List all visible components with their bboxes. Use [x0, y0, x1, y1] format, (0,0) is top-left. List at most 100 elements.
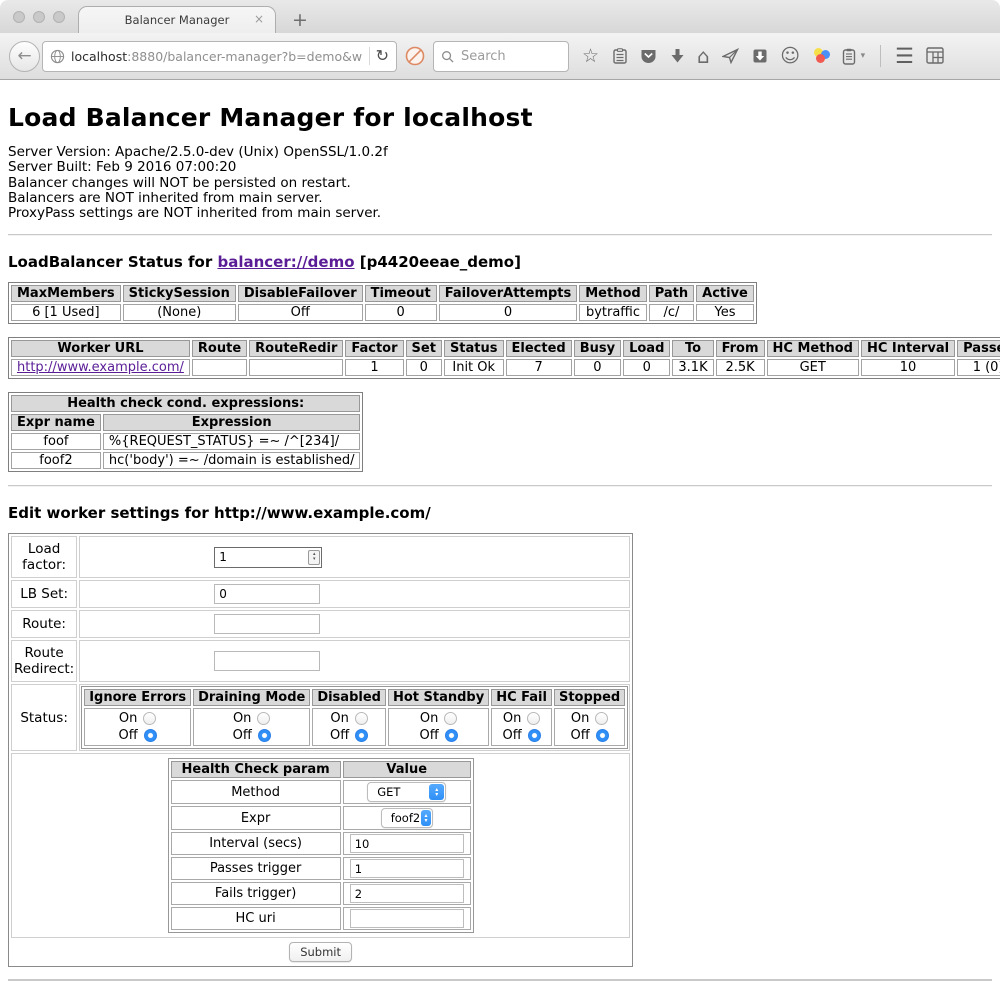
back-button[interactable]: ← — [9, 41, 40, 72]
col-hc-param: Health Check param — [171, 761, 341, 778]
tab-bar: Balancer Manager × + — [0, 0, 1000, 33]
url-input[interactable]: localhost:8880/balancer-manager?b=demo&w… — [71, 49, 363, 64]
radio-hot-standby-off[interactable] — [445, 729, 458, 742]
cell-timeout: 0 — [365, 304, 437, 321]
window-zoom-button[interactable] — [53, 11, 65, 23]
cell-expression: %{REQUEST_STATUS} =~ /^[234]/ — [103, 433, 361, 450]
color-dots-addon-icon[interactable] — [813, 48, 830, 64]
radio-stopped-on[interactable] — [595, 712, 608, 725]
cell-disablefailover: Off — [238, 304, 363, 321]
hc-expr-select[interactable]: foof2 ▴▾ — [381, 808, 433, 828]
table-row: HC uri — [171, 907, 471, 930]
tab-close-icon[interactable]: × — [254, 13, 264, 25]
hc-interval-input[interactable] — [350, 834, 464, 853]
new-tab-button[interactable]: + — [292, 9, 308, 31]
form-row-route: Route: — [11, 610, 630, 638]
off-label: Off — [119, 728, 138, 743]
radio-disabled-on[interactable] — [355, 712, 368, 725]
radio-draining-mode-on[interactable] — [257, 712, 270, 725]
reading-list-icon[interactable] — [612, 48, 628, 65]
route-redirect-label: Route Redirect: — [11, 640, 77, 682]
save-to-device-icon[interactable] — [752, 48, 768, 64]
table-header-row: Expr name Expression — [11, 414, 360, 431]
status-cell-hc-fail: On Off — [491, 708, 552, 746]
number-stepper-icon[interactable]: ▴▾ — [308, 550, 320, 565]
select-arrows-icon: ▴▾ — [421, 810, 431, 826]
window-controls — [13, 11, 65, 23]
cell-status: Init Ok — [444, 359, 504, 376]
balancer-demo-link[interactable]: balancer://demo — [217, 253, 354, 271]
radio-disabled-off[interactable] — [355, 729, 368, 742]
bookmark-star-icon[interactable]: ☆ — [582, 48, 599, 65]
off-label: Off — [233, 728, 252, 743]
off-label: Off — [502, 728, 521, 743]
radio-ignore-errors-off[interactable] — [144, 729, 157, 742]
clipboard-addon-icon[interactable] — [842, 48, 856, 65]
hc-expr-label: Expr — [171, 806, 341, 830]
worker-url-link[interactable]: http://www.example.com/ — [17, 360, 184, 375]
form-row-status: Status: Ignore Errors Draining Mode Disa… — [11, 684, 630, 751]
col-passes: Passes — [957, 340, 1000, 357]
on-label: On — [233, 711, 251, 726]
hc-expr-table-title: Health check cond. expressions: — [11, 395, 360, 412]
cell-failoverattempts: 0 — [439, 304, 578, 321]
cell-active: Yes — [696, 304, 754, 321]
table-header-row: MaxMembers StickySession DisableFailover… — [11, 285, 754, 302]
url-path: :8880/balancer-manager?b=demo&w=http://w… — [127, 49, 362, 64]
route-input[interactable] — [214, 614, 320, 634]
radio-stopped-off[interactable] — [596, 729, 609, 742]
load-factor-input[interactable]: 1 ▴▾ — [214, 547, 322, 568]
hc-passes-input[interactable] — [350, 859, 464, 878]
table-row: Expr foof2 ▴▾ — [171, 806, 471, 830]
cell-worker-url: http://www.example.com/ — [11, 359, 190, 376]
hc-method-select[interactable]: GET ▴▾ — [367, 782, 446, 802]
table-row: Fails trigger) — [171, 882, 471, 905]
hc-fails-input[interactable] — [350, 884, 464, 903]
status-cell-draining-mode: On Off — [193, 708, 310, 746]
url-bar[interactable]: localhost:8880/balancer-manager?b=demo&w… — [42, 41, 397, 72]
menu-hamburger-icon[interactable]: ☰ — [895, 48, 914, 65]
window-minimize-button[interactable] — [33, 11, 45, 23]
status-cell-disabled: On Off — [312, 708, 386, 746]
table-row: 6 [1 Used] (None) Off 0 0 bytraffic /c/ … — [11, 304, 754, 321]
reload-icon[interactable]: ↻ — [376, 48, 389, 64]
load-factor-label: Load factor: — [11, 536, 77, 578]
radio-hot-standby-on[interactable] — [444, 712, 457, 725]
health-check-expressions-table: Health check cond. expressions: Expr nam… — [8, 392, 363, 472]
search-icon — [441, 50, 454, 63]
feedback-smiley-icon[interactable]: ☺ — [780, 48, 800, 65]
cell-to: 3.1K — [672, 359, 713, 376]
search-bar[interactable] — [433, 41, 569, 72]
submit-button[interactable]: Submit — [289, 942, 352, 962]
radio-draining-mode-off[interactable] — [258, 729, 271, 742]
col-expression: Expression — [103, 414, 361, 431]
overflow-caret-icon[interactable]: ▾ — [861, 51, 866, 61]
cell-expression: hc('body') =~ /domain is established/ — [103, 452, 361, 469]
pocket-icon[interactable] — [640, 48, 657, 64]
reader-grid-icon[interactable] — [926, 47, 945, 65]
server-version: Server Version: Apache/2.5.0-dev (Unix) … — [8, 145, 992, 160]
downloads-icon[interactable] — [670, 48, 685, 64]
radio-hc-fail-off[interactable] — [528, 729, 541, 742]
search-input[interactable] — [459, 48, 549, 65]
status-cell-stopped: On Off — [554, 708, 625, 746]
route-redirect-input[interactable] — [214, 651, 320, 671]
col-disabled: Disabled — [312, 689, 386, 706]
tab-balancer-manager[interactable]: Balancer Manager × — [78, 6, 276, 33]
hc-uri-input[interactable] — [350, 909, 464, 928]
divider — [8, 485, 992, 487]
lb-set-input[interactable] — [214, 584, 320, 604]
col-from: From — [716, 340, 765, 357]
block-content-icon[interactable] — [404, 45, 426, 67]
cell-factor: 1 — [345, 359, 403, 376]
radio-hc-fail-on[interactable] — [527, 712, 540, 725]
radio-ignore-errors-on[interactable] — [143, 712, 156, 725]
table-header-row: Worker URL Route RouteRedir Factor Set S… — [11, 340, 1000, 357]
home-icon[interactable]: ⌂ — [697, 48, 710, 65]
cell-set: 0 — [406, 359, 442, 376]
tab-title: Balancer Manager — [125, 13, 230, 27]
page-title: Load Balancer Manager for localhost — [8, 103, 992, 132]
window-close-button[interactable] — [13, 11, 25, 23]
send-icon[interactable] — [722, 48, 739, 64]
browser-chrome: Balancer Manager × + ← localhost:8880/ba… — [0, 0, 1000, 80]
